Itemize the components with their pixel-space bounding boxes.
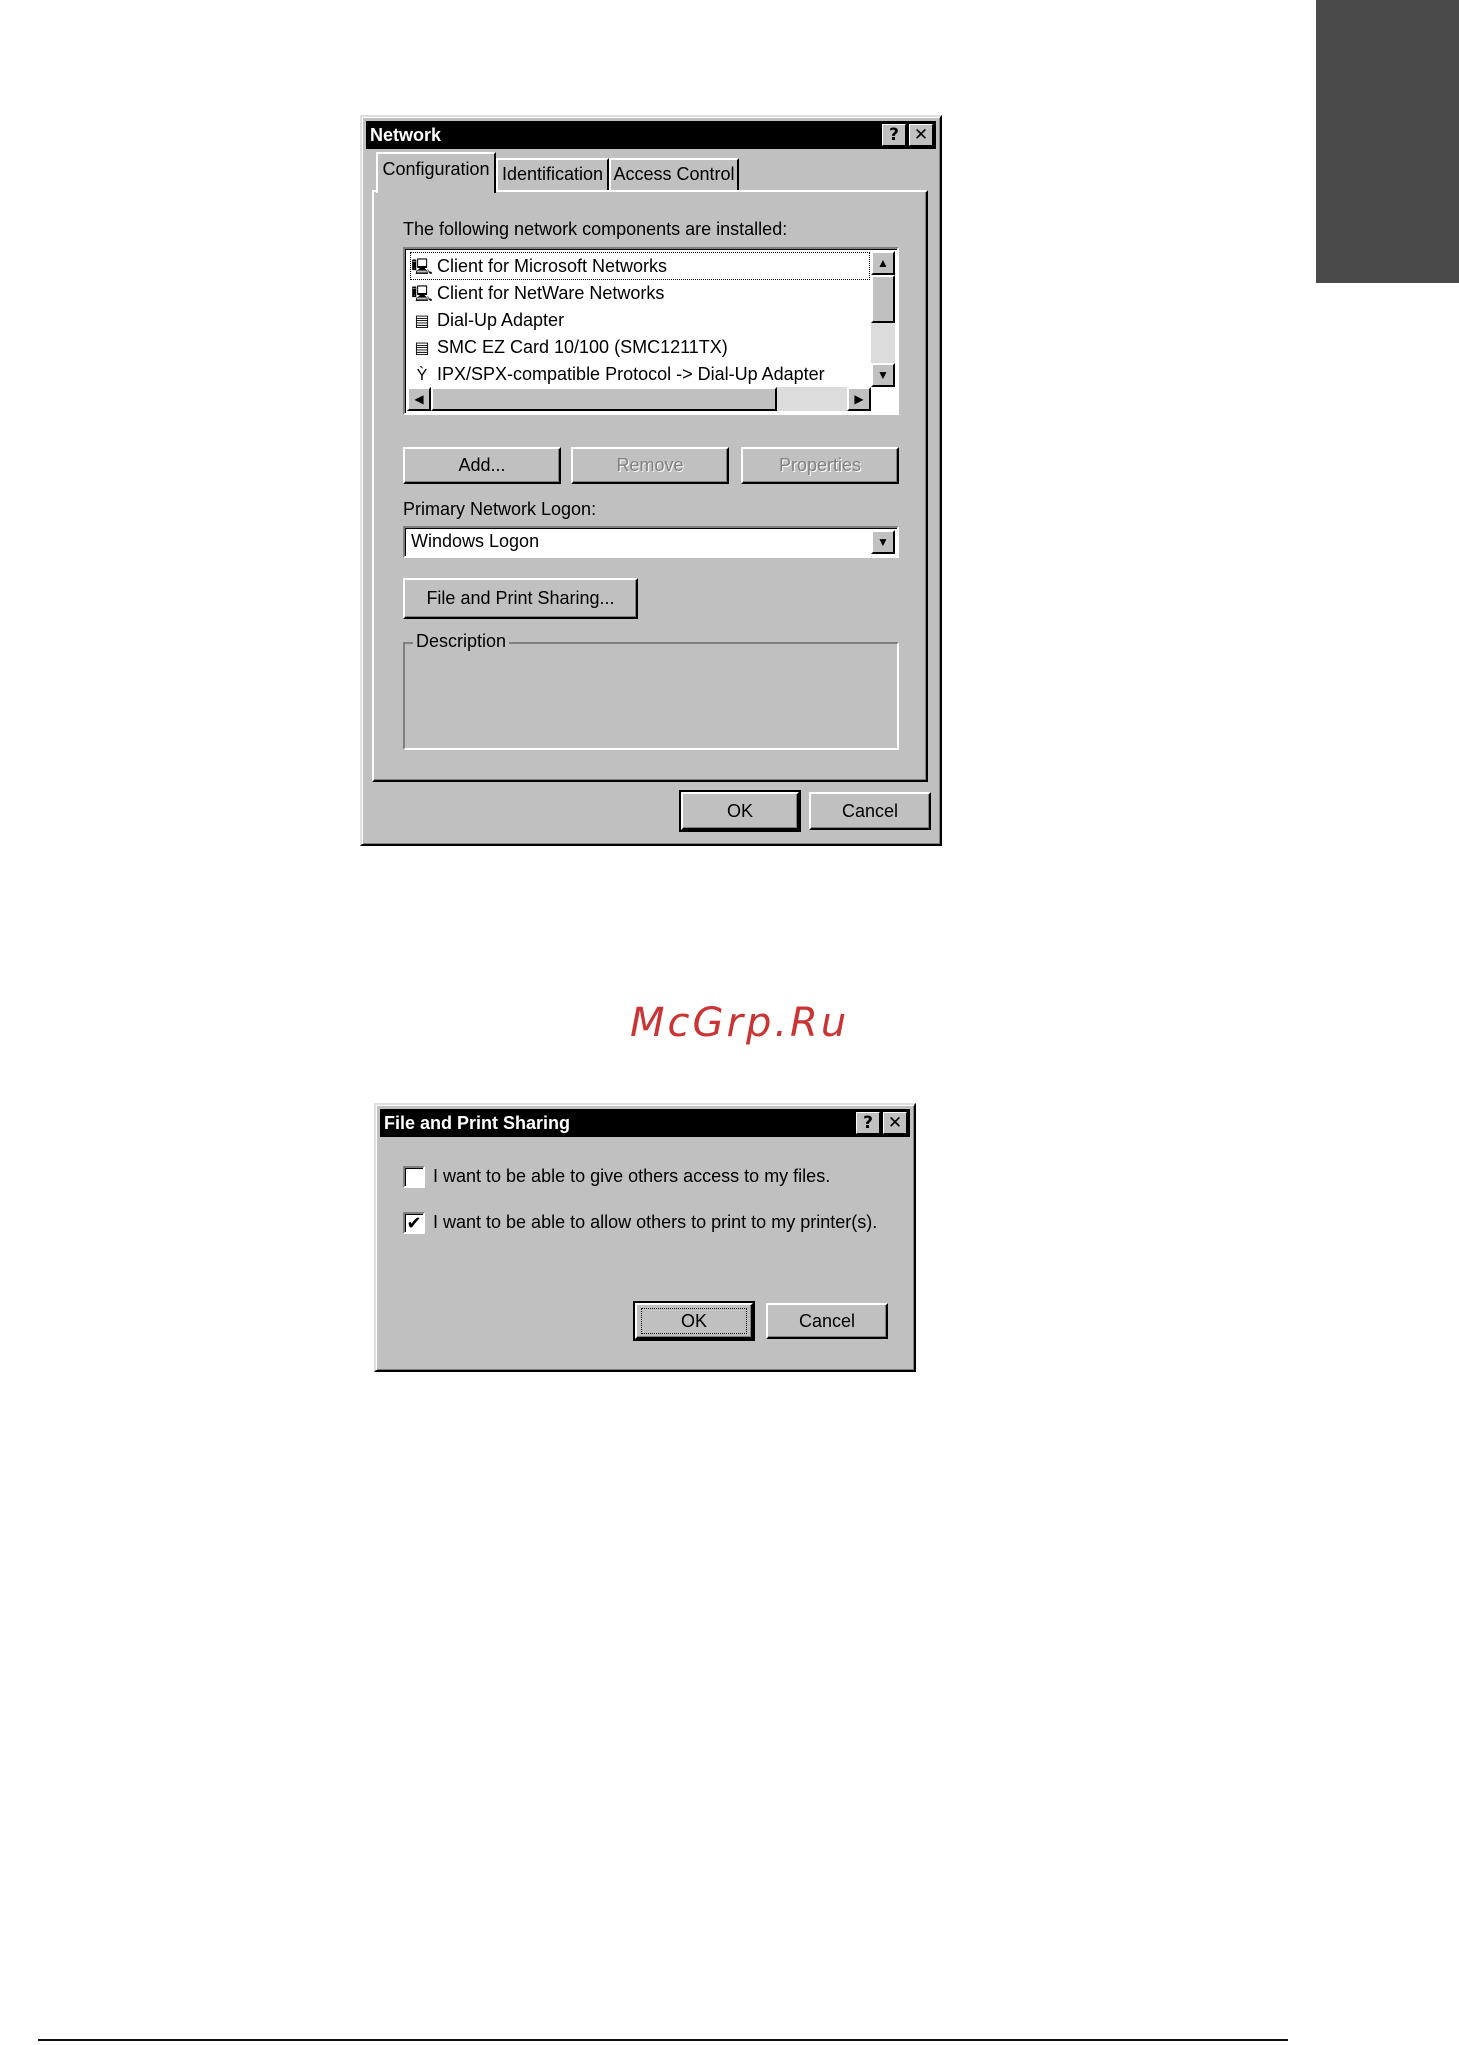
network-title: Network <box>370 125 442 145</box>
arrow-down-icon: ▼ <box>877 368 889 382</box>
close-icon: ✕ <box>887 1113 903 1133</box>
list-item[interactable]: 🖳 Client for Microsoft Networks <box>410 252 870 280</box>
file-print-sharing-button[interactable]: File and Print Sharing... <box>403 578 638 619</box>
files-access-label[interactable]: I want to be able to give others access … <box>433 1166 830 1187</box>
sharing-cancel-label: Cancel <box>798 1311 856 1331</box>
sharing-ok-button[interactable]: OK <box>633 1301 755 1341</box>
list-item[interactable]: 🖳 Client for NetWare Networks <box>411 280 664 306</box>
checkmark-icon: ✔ <box>406 1213 422 1233</box>
scroll-right-button[interactable]: ▶ <box>847 387 871 411</box>
horizontal-scroll-thumb[interactable] <box>431 387 777 411</box>
page-edge-tab <box>1316 0 1459 283</box>
list-item[interactable]: ▤ SMC EZ Card 10/100 (SMC1211TX) <box>411 334 728 360</box>
close-button[interactable]: ✕ <box>909 124 933 146</box>
tab-access-control-label: Access Control <box>613 164 735 184</box>
tab-access-control[interactable]: Access Control <box>609 158 739 191</box>
files-access-checkbox[interactable] <box>403 1166 425 1188</box>
tab-configuration-label: Configuration <box>382 159 490 179</box>
list-item[interactable]: Ỳ IPX/SPX-compatible Protocol -> Dial-Up … <box>411 361 825 387</box>
watermark: McGrp.Ru <box>630 1000 850 1046</box>
logon-select[interactable]: Windows Logon ▼ <box>403 526 899 558</box>
list-item-label: SMC EZ Card 10/100 (SMC1211TX) <box>437 337 728 357</box>
logon-select-value: Windows Logon <box>411 531 540 551</box>
description-group: Description <box>403 631 899 750</box>
scroll-down-button[interactable]: ▼ <box>871 363 895 387</box>
chevron-down-icon: ▼ <box>877 535 889 549</box>
components-label: The following network components are ins… <box>403 219 788 239</box>
help-icon: ? <box>863 1113 873 1133</box>
scroll-left-button[interactable]: ◀ <box>407 387 431 411</box>
remove-button[interactable]: Remove <box>571 447 729 484</box>
properties-button[interactable]: Properties <box>741 447 899 484</box>
network-titlebar: Network ? ✕ <box>366 121 936 149</box>
vertical-scroll-thumb[interactable] <box>871 275 895 323</box>
printer-access-checkbox[interactable]: ✔ <box>403 1212 425 1234</box>
focus-ring <box>641 1308 747 1334</box>
list-item[interactable]: ▤ Dial-Up Adapter <box>411 307 564 333</box>
remove-button-label: Remove <box>616 455 684 475</box>
description-label: Description <box>413 631 510 652</box>
client-icon: 🖳 <box>411 259 433 276</box>
sharing-title: File and Print Sharing <box>384 1113 571 1133</box>
sharing-close-button[interactable]: ✕ <box>883 1112 907 1134</box>
cancel-button[interactable]: Cancel <box>809 792 931 830</box>
list-item-label: Client for Microsoft Networks <box>437 256 668 276</box>
printer-access-label[interactable]: I want to be able to allow others to pri… <box>433 1212 877 1233</box>
add-button[interactable]: Add... <box>403 447 561 484</box>
tab-configuration[interactable]: Configuration <box>376 152 496 193</box>
add-button-label: Add... <box>458 455 506 475</box>
arrow-left-icon: ◀ <box>414 392 424 406</box>
arrow-up-icon: ▲ <box>877 256 889 270</box>
logon-label: Primary Network Logon: <box>403 499 597 519</box>
logon-dropdown-button[interactable]: ▼ <box>871 530 895 554</box>
cancel-button-label: Cancel <box>841 801 899 821</box>
sharing-help-button[interactable]: ? <box>856 1112 880 1134</box>
tab-identification-label: Identification <box>501 164 604 184</box>
adapter-icon: ▤ <box>414 340 430 357</box>
sharing-cancel-button[interactable]: Cancel <box>766 1303 888 1339</box>
scroll-up-button[interactable]: ▲ <box>871 251 895 275</box>
tab-identification[interactable]: Identification <box>496 158 609 191</box>
close-icon: ✕ <box>913 125 929 145</box>
file-print-sharing-label: File and Print Sharing... <box>426 588 615 608</box>
adapter-icon: ▤ <box>414 313 430 330</box>
page-bottom-rule <box>38 2039 1288 2041</box>
help-icon: ? <box>889 125 899 145</box>
list-item-label: Client for NetWare Networks <box>437 283 665 303</box>
list-item-label: Dial-Up Adapter <box>437 310 565 330</box>
list-item-label: IPX/SPX-compatible Protocol -> Dial-Up A… <box>437 364 825 384</box>
help-button[interactable]: ? <box>882 124 906 146</box>
protocol-icon: Ỳ <box>416 367 428 384</box>
client-icon: 🖳 <box>411 286 433 303</box>
sharing-titlebar: File and Print Sharing ? ✕ <box>380 1109 910 1137</box>
arrow-right-icon: ▶ <box>854 392 864 406</box>
ok-button-label: OK <box>726 801 753 821</box>
components-list[interactable]: 🖳 Client for Microsoft Networks 🖳 Client f… <box>403 247 899 415</box>
ok-button[interactable]: OK <box>679 790 801 832</box>
properties-button-label: Properties <box>778 455 862 475</box>
